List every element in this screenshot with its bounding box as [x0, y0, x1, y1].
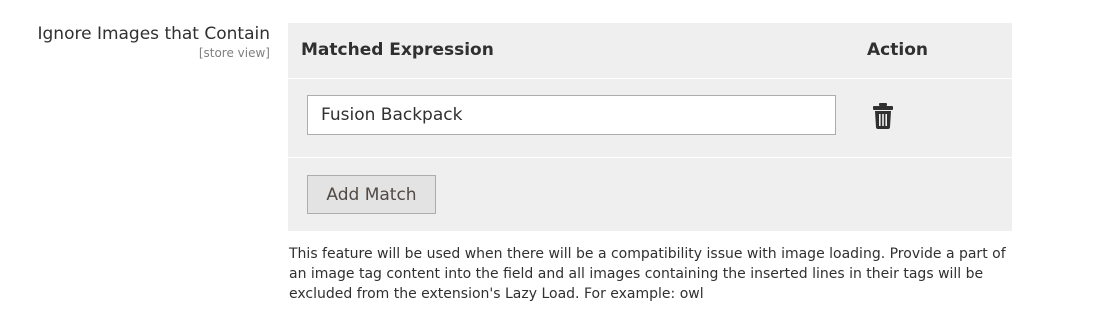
trash-icon[interactable] — [872, 103, 894, 129]
matched-expression-input[interactable] — [307, 95, 836, 135]
column-action: Action — [867, 40, 928, 60]
grid-header: Matched Expression Action — [288, 23, 1012, 79]
field-label: Ignore Images that Contain [store view] — [37, 24, 270, 61]
grid-footer: Add Match — [288, 158, 1012, 231]
field-note: This feature will be used when there wil… — [289, 246, 1006, 302]
matches-grid: Matched Expression Action Add Match — [288, 23, 1012, 231]
table-row — [288, 79, 1012, 158]
trash-icon-graphic — [873, 103, 893, 129]
store-view-scope: [store view] — [198, 46, 270, 60]
add-match-button[interactable]: Add Match — [307, 175, 436, 214]
column-matched-expression: Matched Expression — [301, 40, 494, 60]
field-title: Ignore Images that Contain — [37, 24, 270, 44]
